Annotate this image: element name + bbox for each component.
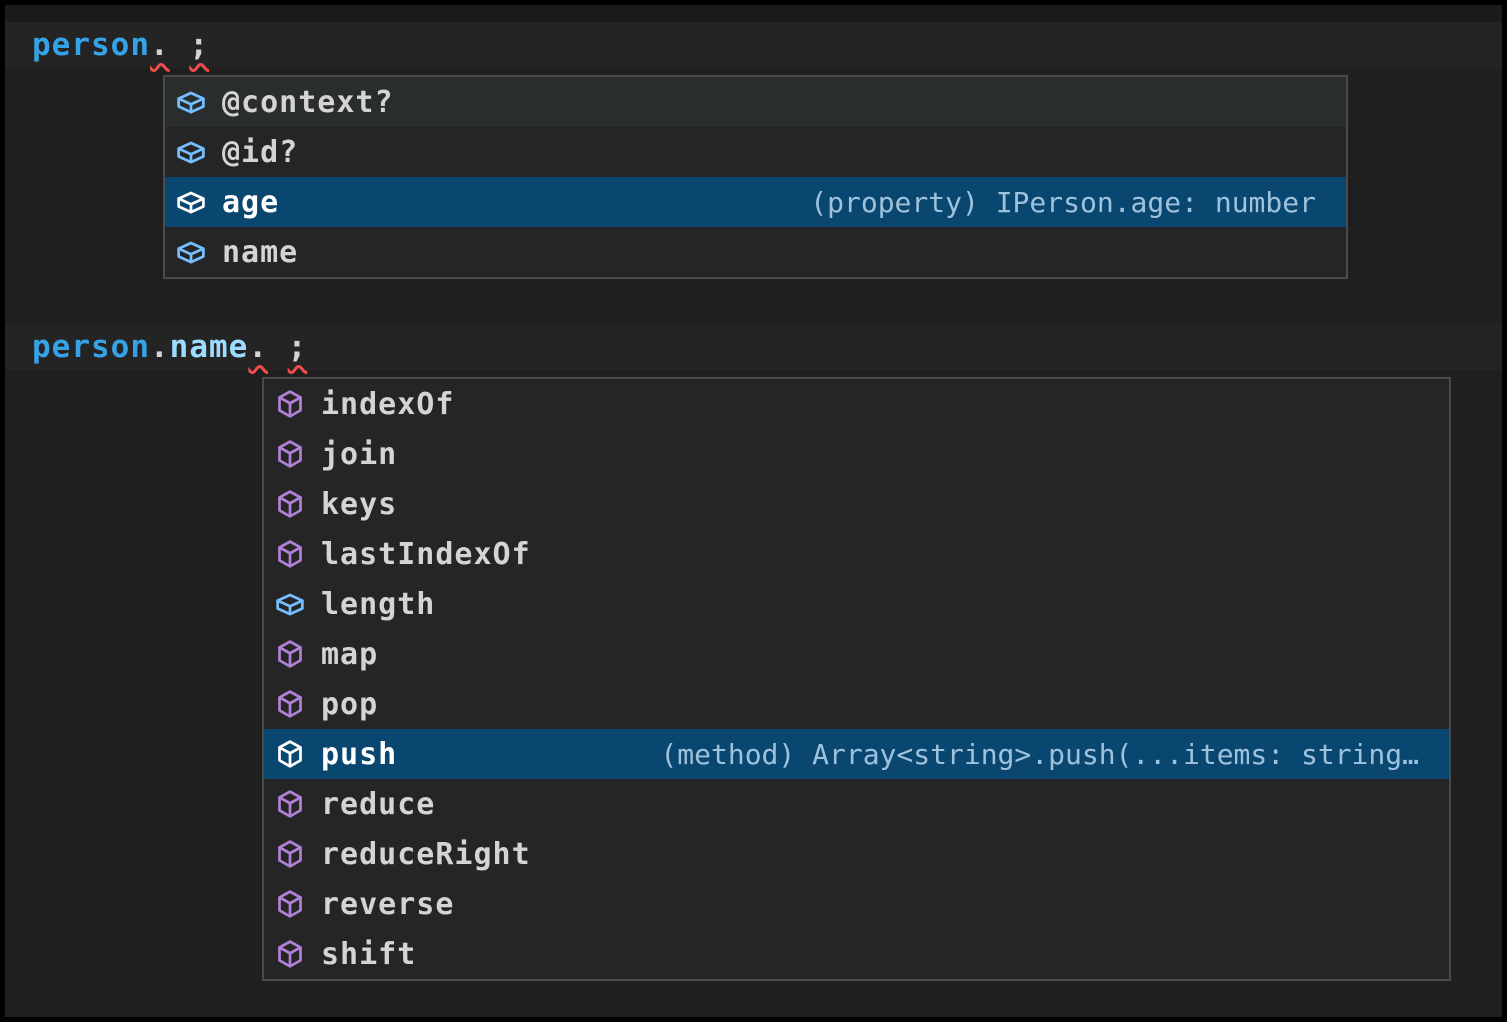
suggestion-item-reduce[interactable]: reduce: [264, 779, 1449, 829]
suggestion-item-indexof[interactable]: indexOf: [264, 379, 1449, 429]
suggestion-label: reduceRight: [321, 837, 531, 872]
symbol-method-icon: [275, 489, 305, 519]
symbol-field-icon: [176, 87, 206, 117]
code-token: person: [32, 27, 150, 63]
suggestion-item-reverse[interactable]: reverse: [264, 879, 1449, 929]
symbol-field-icon: [176, 187, 206, 217]
code-token: [268, 329, 288, 365]
symbol-method-icon: [275, 639, 305, 669]
code-line-person[interactable]: person. ;: [32, 22, 209, 68]
suggestion-item-length[interactable]: length: [264, 579, 1449, 629]
code-token: person: [32, 329, 150, 365]
symbol-method-icon: [275, 389, 305, 419]
symbol-method-icon: [275, 839, 305, 869]
symbol-method-icon: [275, 439, 305, 469]
code-token: .: [248, 329, 268, 365]
suggestion-detail: (property) IPerson.age: number: [810, 186, 1316, 219]
suggestion-label: lastIndexOf: [321, 537, 531, 572]
suggestion-label: name: [222, 235, 298, 270]
suggestion-item-lastindexof[interactable]: lastIndexOf: [264, 529, 1449, 579]
current-line-highlight: [5, 22, 1502, 68]
suggestion-item-id[interactable]: @id?: [165, 127, 1346, 177]
suggestion-label: map: [321, 637, 378, 672]
suggestion-label: shift: [321, 937, 416, 972]
suggest-widget-iperson-members: @context? @id? age (property) IPerson.age: …: [163, 75, 1348, 279]
suggestion-item-keys[interactable]: keys: [264, 479, 1449, 529]
code-token: .: [150, 27, 170, 63]
suggestion-label: length: [321, 587, 435, 622]
code-token: ;: [288, 329, 308, 365]
suggestion-label: push: [321, 737, 397, 772]
suggestion-detail: (method) Array<string>.push(...items: st…: [660, 738, 1419, 771]
suggestion-label: reverse: [321, 887, 454, 922]
suggestion-item-pop[interactable]: pop: [264, 679, 1449, 729]
code-token: [170, 27, 190, 63]
code-line-person-name[interactable]: person.name. ;: [32, 324, 307, 370]
suggestion-item-push[interactable]: push (method) Array<string>.push(...items…: [264, 729, 1449, 779]
suggestion-label: reduce: [321, 787, 435, 822]
symbol-method-icon: [275, 889, 305, 919]
symbol-method-icon: [275, 739, 305, 769]
symbol-method-icon: [275, 789, 305, 819]
suggestion-item-map[interactable]: map: [264, 629, 1449, 679]
symbol-field-icon: [176, 237, 206, 267]
suggestion-item-context[interactable]: @context?: [165, 77, 1346, 127]
suggestion-item-age[interactable]: age (property) IPerson.age: number: [165, 177, 1346, 227]
suggest-widget-string-members: indexOf join keys lastIndexOf length map pop pu…: [262, 377, 1451, 981]
code-token: ;: [189, 27, 209, 63]
symbol-field-icon: [176, 137, 206, 167]
suggestion-label: @context?: [222, 85, 394, 120]
suggestion-item-shift[interactable]: shift: [264, 929, 1449, 979]
symbol-method-icon: [275, 939, 305, 969]
suggestion-label: age: [222, 185, 279, 220]
editor-empty-line: [5, 5, 1502, 22]
code-token: .: [150, 329, 170, 365]
suggestion-label: indexOf: [321, 387, 454, 422]
suggestion-label: join: [321, 437, 397, 472]
symbol-method-icon: [275, 689, 305, 719]
code-token: name: [170, 329, 249, 365]
suggestion-item-name[interactable]: name: [165, 227, 1346, 277]
symbol-field-icon: [275, 589, 305, 619]
symbol-method-icon: [275, 539, 305, 569]
suggestion-label: pop: [321, 687, 378, 722]
suggestion-item-reduceright[interactable]: reduceRight: [264, 829, 1449, 879]
suggestion-label: keys: [321, 487, 397, 522]
suggestion-label: @id?: [222, 135, 298, 170]
code-editor-screenshot: person. ; @context? @id? age (property) IPe…: [0, 0, 1507, 1022]
suggestion-item-join[interactable]: join: [264, 429, 1449, 479]
